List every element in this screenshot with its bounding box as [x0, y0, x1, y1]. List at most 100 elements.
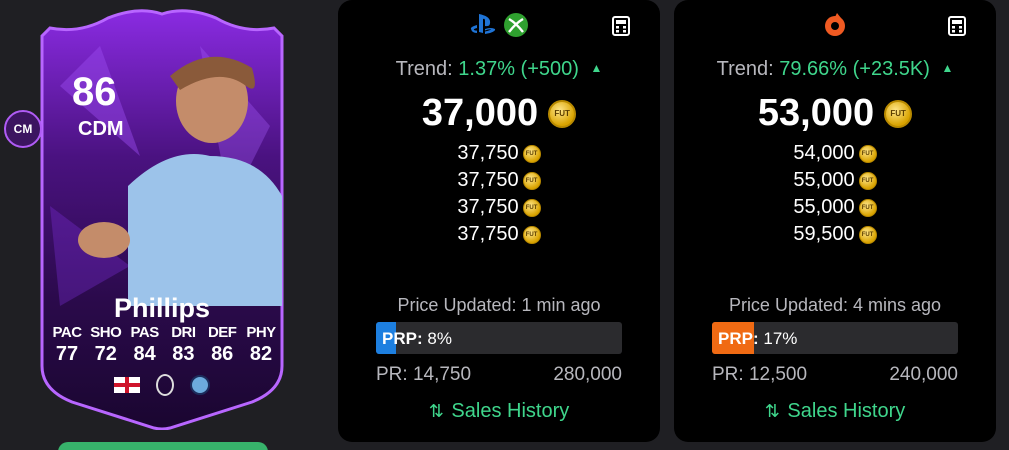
player-name: Phillips: [113, 293, 211, 323]
list-item: 37,750 FUT: [457, 221, 541, 248]
trend-text: Trend: 79.66% (+23.5K) ▲: [674, 58, 996, 81]
trend-value: 79.66% (+23.5K): [779, 58, 930, 80]
card-badges: [20, 374, 304, 396]
xbox-icon: [504, 13, 528, 37]
trend-text: Trend: 1.37% (+500) ▲: [338, 58, 660, 81]
pc-price-panel: Trend: 79.66% (+23.5K) ▲ 53,000 FUT 54,0…: [674, 0, 996, 442]
sort-icon: ⇅: [764, 401, 780, 421]
coin-icon: FUT: [884, 99, 913, 128]
sales-history-link[interactable]: ⇅ Sales History: [338, 400, 660, 423]
sales-history-label: Sales History: [451, 400, 570, 422]
prp-bar: PRP: 17%: [712, 322, 958, 354]
list-item: 37,750 FUT: [457, 167, 541, 194]
price-list: 37,750 FUT 37,750 FUT 37,750 FUT 37,750 …: [338, 140, 660, 248]
card-rating: 86: [72, 70, 117, 114]
stat-value: 77: [55, 343, 79, 365]
coin-icon: FUT: [522, 225, 541, 244]
player-hands: [78, 222, 130, 258]
card-position: CDM: [78, 118, 124, 140]
coin-icon: FUT: [522, 198, 541, 217]
stat-value: 72: [94, 343, 117, 365]
price-range-max: 280,000: [553, 364, 622, 385]
coin-icon: FUT: [522, 144, 541, 163]
price-list: 54,000 FUT 55,000 FUT 55,000 FUT 59,500 …: [674, 140, 996, 248]
origin-icon: [825, 13, 845, 36]
list-item: 59,500 FUT: [793, 221, 877, 248]
list-item: 37,750 FUT: [457, 194, 541, 221]
stat-label: DRI: [171, 324, 196, 341]
stat-label: PAC: [52, 324, 82, 341]
sales-history-label: Sales History: [787, 400, 906, 422]
stat-label: DEF: [207, 324, 237, 341]
stat-pas: PAS 84: [126, 324, 164, 366]
coin-icon: FUT: [858, 225, 877, 244]
trend-up-icon: ▲: [590, 61, 603, 75]
stat-value: 84: [133, 343, 156, 365]
coin-icon: FUT: [858, 144, 877, 163]
price-value: 37,750: [457, 142, 519, 164]
price-value: 55,000: [793, 169, 855, 191]
playstation-icon: [470, 14, 496, 34]
price-value: 54,000: [793, 142, 855, 164]
card-stats: PAC 77 SHO 72 PAS 84 DRI 83 DEF 86 PHY 8…: [48, 324, 280, 366]
stat-label: PAS: [130, 324, 159, 341]
stat-value: 86: [211, 343, 234, 365]
price-value: 55,000: [793, 196, 855, 218]
main-price-value: 53,000: [757, 92, 875, 134]
price-value: 37,750: [457, 223, 519, 245]
sales-history-link[interactable]: ⇅ Sales History: [674, 400, 996, 423]
england-flag-icon: [114, 377, 140, 393]
stat-sho: SHO 72: [87, 324, 125, 366]
coin-icon: FUT: [548, 99, 577, 128]
price-value: 37,750: [457, 196, 519, 218]
coin-icon: FUT: [858, 171, 877, 190]
trend-up-icon: ▲: [941, 61, 954, 75]
alt-position-badge[interactable]: CM: [4, 110, 42, 148]
green-action-button[interactable]: [58, 442, 268, 450]
price-updated-text: Price Updated: 4 mins ago: [728, 295, 942, 315]
stat-def: DEF 86: [203, 324, 241, 366]
man-city-badge-icon: [190, 375, 210, 395]
price-range: PR: 12,500 240,000: [712, 364, 958, 386]
main-price: 53,000 FUT: [674, 92, 996, 135]
prp-label: PRP:: [718, 329, 759, 348]
calculator-icon[interactable]: [948, 16, 966, 36]
price-value: 37,750: [457, 169, 519, 191]
prp-value: 8%: [427, 329, 452, 348]
prp-label: PRP:: [382, 329, 423, 348]
price-range-min: PR: 14,750: [376, 364, 472, 385]
price-range-max: 240,000: [889, 364, 958, 385]
main-price: 37,000 FUT: [338, 92, 660, 135]
price-range: PR: 14,750 280,000: [376, 364, 622, 386]
coin-icon: FUT: [858, 198, 877, 217]
calculator-icon[interactable]: [612, 16, 630, 36]
prp-value: 17%: [763, 329, 798, 348]
console-price-panel: Trend: 1.37% (+500) ▲ 37,000 FUT 37,750 …: [338, 0, 660, 442]
prp-text: PRP: 17%: [718, 329, 797, 349]
coin-icon: FUT: [522, 171, 541, 190]
list-item: 54,000 FUT: [793, 140, 877, 167]
premier-league-icon: [156, 374, 174, 396]
main-price-value: 37,000: [421, 92, 539, 134]
price-value: 59,500: [793, 223, 855, 245]
card-frame: [40, 9, 284, 430]
stat-value: 83: [172, 343, 195, 365]
trend-label: Trend:: [716, 58, 774, 80]
stat-phy: PHY 82: [242, 324, 280, 366]
stat-value: 82: [249, 343, 273, 365]
trend-label: Trend:: [395, 58, 453, 80]
sort-icon: ⇅: [428, 401, 444, 421]
stat-label: SHO: [90, 324, 122, 341]
player-card[interactable]: 86 CDM CM Phillips PAC 77 SHO 72 PAS 84 …: [4, 6, 304, 430]
stat-label: PHY: [246, 324, 276, 341]
stat-dri: DRI 83: [164, 324, 202, 366]
price-updated-text: Price Updated: 1 min ago: [397, 295, 601, 315]
trend-value: 1.37% (+500): [458, 58, 579, 80]
stat-pac: PAC 77: [48, 324, 86, 366]
prp-bar: PRP: 8%: [376, 322, 622, 354]
list-item: 55,000 FUT: [793, 167, 877, 194]
list-item: 37,750 FUT: [457, 140, 541, 167]
prp-text: PRP: 8%: [382, 329, 452, 349]
list-item: 55,000 FUT: [793, 194, 877, 221]
player-shirt: [128, 154, 282, 306]
